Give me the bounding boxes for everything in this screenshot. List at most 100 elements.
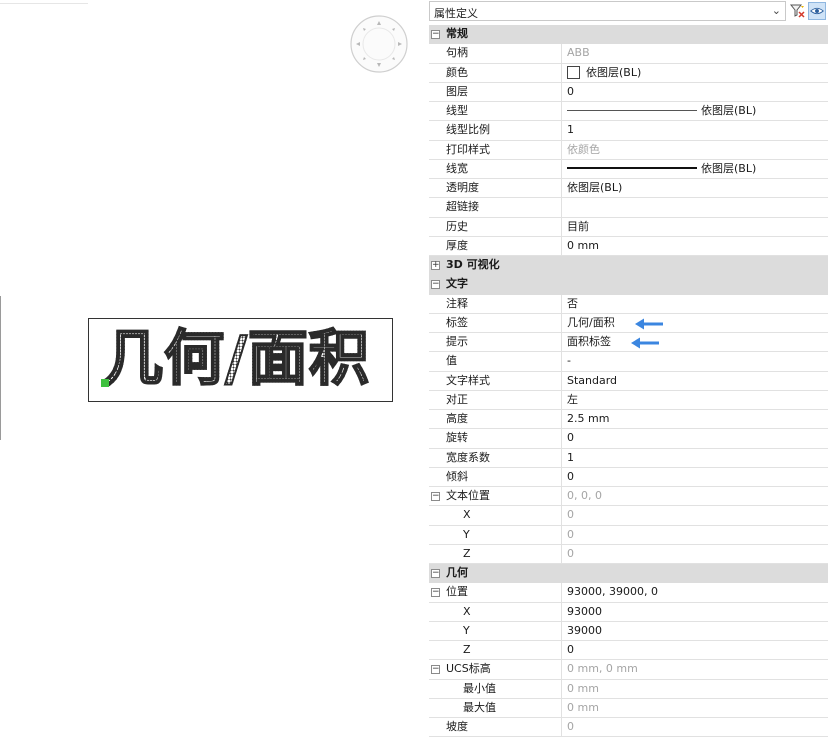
prop-row-width-factor[interactable]: 宽度系数 1 xyxy=(429,448,828,468)
prop-row-value[interactable]: 值 - xyxy=(429,352,828,372)
prop-name: 历史 xyxy=(443,217,562,236)
prop-value: 面积标签 xyxy=(567,335,611,348)
prop-name: 坡度 xyxy=(443,718,562,737)
prop-row-layer[interactable]: 图层 0 xyxy=(429,82,828,102)
prop-name: 线型 xyxy=(443,102,562,121)
navigation-wheel-icon[interactable] xyxy=(349,14,409,74)
prop-row-plotstyle[interactable]: 打印样式 依颜色 xyxy=(429,140,828,160)
collapse-icon[interactable]: − xyxy=(431,665,440,675)
prop-value[interactable]: 依图层(BL) xyxy=(562,179,828,197)
canvas-edge-marker xyxy=(0,296,1,440)
prop-value[interactable]: 0 xyxy=(562,468,828,486)
properties-panel: 属性定义 ⌄ − 常规 句柄 ABB 颜色 依图层(BL) 图层 0 线型 依图… xyxy=(427,0,831,739)
prop-row-position-y[interactable]: Y 39000 xyxy=(429,621,828,641)
prop-value: 0 mm xyxy=(567,700,599,714)
prop-name: Y xyxy=(443,621,562,640)
entity-type-select[interactable]: 属性定义 ⌄ xyxy=(429,1,786,21)
prop-row-tag[interactable]: 标签 几何/面积 xyxy=(429,313,828,333)
prop-value[interactable]: 1 xyxy=(562,449,828,467)
prop-row-elevation-min[interactable]: 最小值 0 mm xyxy=(429,679,828,699)
prop-row-height[interactable]: 高度 2.5 mm xyxy=(429,410,828,430)
prop-name: 透明度 xyxy=(443,179,562,198)
prop-value[interactable]: 否 xyxy=(562,295,828,313)
prop-value: 0 xyxy=(567,527,574,541)
property-grid: − 常规 句柄 ABB 颜色 依图层(BL) 图层 0 线型 依图层(BL) 线… xyxy=(429,25,828,738)
prop-value[interactable]: 左 xyxy=(562,391,828,409)
prop-row-text-position-y[interactable]: Y 0 xyxy=(429,525,828,545)
prop-row-linetype-scale[interactable]: 线型比例 1 xyxy=(429,121,828,141)
prop-row-oblique[interactable]: 倾斜 0 xyxy=(429,467,828,487)
prop-value: 0 mm, 0 mm xyxy=(567,662,638,676)
prop-row-text-position-x[interactable]: X 0 xyxy=(429,506,828,526)
prop-row-position[interactable]: − 位置 93000, 39000, 0 xyxy=(429,583,828,603)
prop-value[interactable]: 2.5 mm xyxy=(562,410,828,428)
prop-row-elevation-max[interactable]: 最大值 0 mm xyxy=(429,698,828,718)
prop-name: 倾斜 xyxy=(443,467,562,486)
prop-row-annotative[interactable]: 注释 否 xyxy=(429,294,828,314)
prop-row-text-position[interactable]: − 文本位置 0, 0, 0 xyxy=(429,487,828,507)
prop-row-justify[interactable]: 对正 左 xyxy=(429,390,828,410)
prop-value[interactable]: 0 xyxy=(562,641,828,659)
prop-value[interactable] xyxy=(562,198,828,216)
expand-icon[interactable]: + xyxy=(431,261,440,270)
prop-name: 最大值 xyxy=(443,698,562,717)
section-3d-visualization[interactable]: + 3D 可视化 xyxy=(429,256,828,276)
section-geometry[interactable]: − 几何 xyxy=(429,564,828,584)
prop-name: 图层 xyxy=(443,82,562,101)
prop-value[interactable]: 93000 xyxy=(562,603,828,621)
insertion-grip[interactable] xyxy=(101,379,109,387)
section-text[interactable]: − 文字 xyxy=(429,275,828,295)
linetype-preview-icon xyxy=(567,110,697,111)
prop-value: 0, 0, 0 xyxy=(567,489,602,502)
prop-name: 位置 xyxy=(443,583,562,602)
collapse-icon[interactable]: − xyxy=(431,492,440,501)
prop-value[interactable]: 93000, 39000, 0 xyxy=(562,583,828,601)
prop-row-position-z[interactable]: Z 0 xyxy=(429,641,828,661)
prop-row-text-style[interactable]: 文字样式 Standard xyxy=(429,371,828,391)
prop-name: UCS标高 xyxy=(443,660,562,679)
prop-value[interactable]: 目前 xyxy=(562,218,828,236)
prop-row-text-position-z[interactable]: Z 0 xyxy=(429,544,828,564)
prop-row-thickness[interactable]: 厚度 0 mm xyxy=(429,236,828,256)
prop-row-history[interactable]: 历史 目前 xyxy=(429,217,828,237)
prop-value: 0 xyxy=(567,546,574,560)
prop-row-hyperlink[interactable]: 超链接 xyxy=(429,198,828,218)
prop-value: ABB xyxy=(567,46,590,60)
prop-name: 厚度 xyxy=(443,236,562,255)
drawing-canvas[interactable]: 几何/面积 xyxy=(0,0,425,739)
prop-row-lineweight[interactable]: 线宽 依图层(BL) xyxy=(429,159,828,179)
prop-row-handle[interactable]: 句柄 ABB xyxy=(429,44,828,64)
eye-icon[interactable] xyxy=(808,2,826,20)
prop-value[interactable]: 0 mm xyxy=(562,237,828,255)
prop-value[interactable]: 0 xyxy=(562,83,828,101)
prop-row-transparency[interactable]: 透明度 依图层(BL) xyxy=(429,179,828,199)
section-general[interactable]: − 常规 xyxy=(429,25,828,45)
prop-name: 线宽 xyxy=(443,159,562,178)
chevron-down-icon: ⌄ xyxy=(771,4,781,17)
collapse-icon[interactable]: − xyxy=(431,30,440,39)
section-title: 文字 xyxy=(446,277,468,291)
prop-name: 文本位置 xyxy=(443,487,562,506)
prop-value[interactable]: - xyxy=(562,352,828,370)
prop-value: 0 xyxy=(567,720,574,733)
prop-row-rotation[interactable]: 旋转 0 xyxy=(429,429,828,449)
prop-name: 超链接 xyxy=(443,198,562,217)
collapse-icon[interactable]: − xyxy=(431,569,440,578)
prop-row-slope[interactable]: 坡度 0 xyxy=(429,718,828,738)
prop-value: 依图层(BL) xyxy=(701,161,757,175)
collapse-icon[interactable]: − xyxy=(431,280,440,290)
attribute-text-entity[interactable]: 几何/面积 xyxy=(88,318,393,402)
prop-row-color[interactable]: 颜色 依图层(BL) xyxy=(429,63,828,83)
quick-select-filter-icon[interactable] xyxy=(789,2,807,20)
prop-value[interactable]: Standard xyxy=(562,372,828,390)
prop-name: 宽度系数 xyxy=(443,448,562,467)
prop-value[interactable]: 39000 xyxy=(562,622,828,640)
collapse-icon[interactable]: − xyxy=(431,588,440,598)
prop-name: 颜色 xyxy=(443,63,562,82)
prop-row-linetype[interactable]: 线型 依图层(BL) xyxy=(429,102,828,122)
prop-value[interactable]: 1 xyxy=(562,121,828,139)
prop-value[interactable]: 0 xyxy=(562,429,828,447)
prop-row-prompt[interactable]: 提示 面积标签 xyxy=(429,333,828,353)
prop-row-ucs-elevation[interactable]: − UCS标高 0 mm, 0 mm xyxy=(429,660,828,680)
prop-row-position-x[interactable]: X 93000 xyxy=(429,602,828,622)
